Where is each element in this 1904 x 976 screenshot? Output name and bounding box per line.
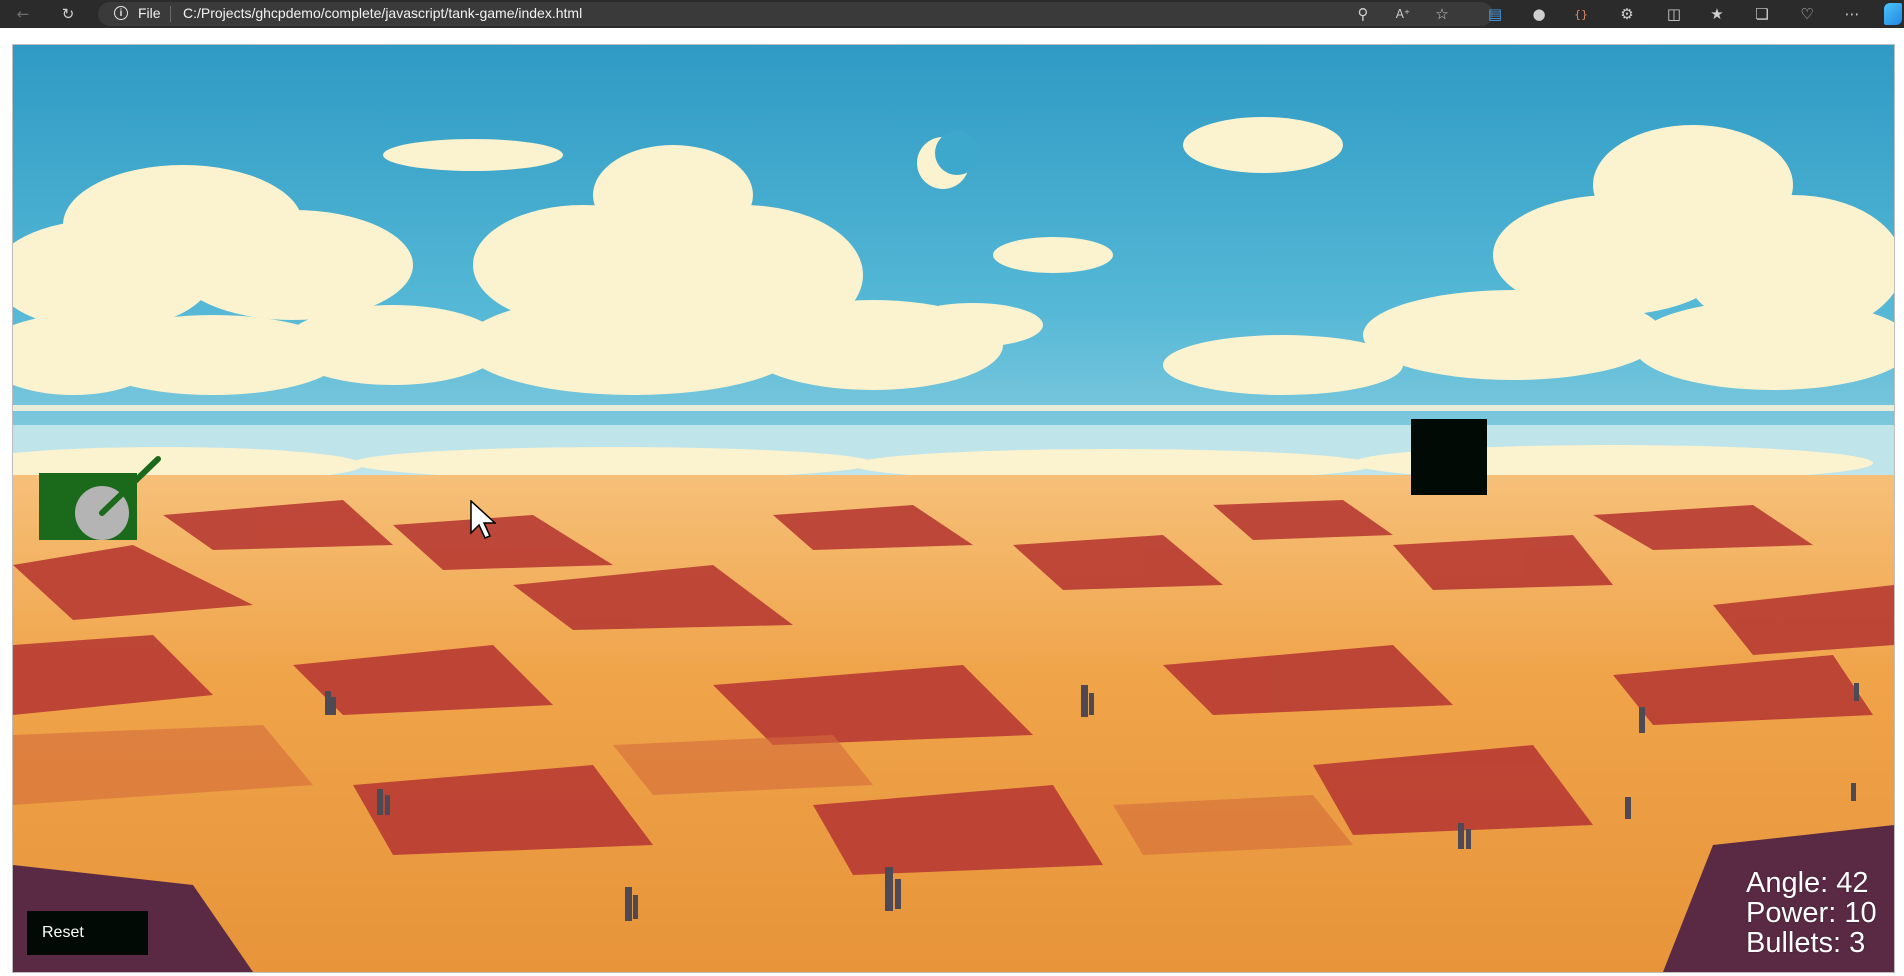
favorites-icon[interactable]: ★	[1707, 4, 1727, 24]
read-aloud-icon[interactable]: A⁺	[1393, 4, 1413, 24]
desert-background	[13, 45, 1894, 972]
game-canvas[interactable]: Reset Angle: 42 Power: 10 Bullets: 3	[12, 44, 1895, 973]
scheme-label: File	[138, 5, 161, 21]
collections-icon[interactable]: ❏	[1752, 4, 1772, 24]
mouse-cursor-icon	[470, 500, 496, 539]
extension-brackets-icon[interactable]: {}	[1571, 4, 1591, 24]
url-text[interactable]: C:/Projects/ghcpdemo/complete/javascript…	[183, 5, 582, 21]
reset-button[interactable]: Reset	[27, 911, 148, 955]
reload-icon[interactable]: ↻	[58, 4, 78, 24]
tank-barrel	[99, 456, 161, 516]
angle-readout: Angle: 42	[1746, 867, 1869, 899]
puzzle-icon[interactable]: ⚙	[1617, 4, 1637, 24]
favorite-star-icon[interactable]: ☆	[1432, 4, 1452, 24]
page-content: Reset Angle: 42 Power: 10 Bullets: 3	[0, 28, 1904, 976]
profile-icon[interactable]: ●	[1529, 4, 1549, 24]
extension-icon[interactable]: ▤	[1485, 4, 1505, 24]
info-icon[interactable]: i	[114, 6, 128, 20]
copilot-icon[interactable]	[1884, 3, 1902, 25]
power-readout: Power: 10	[1746, 897, 1877, 929]
address-separator	[170, 6, 171, 22]
browser-toolbar: ← ↻ i File C:/Projects/ghcpdemo/complete…	[0, 0, 1904, 28]
bullets-readout: Bullets: 3	[1746, 927, 1866, 959]
heart-icon[interactable]: ♡	[1797, 4, 1817, 24]
back-arrow-icon[interactable]: ←	[13, 4, 33, 24]
more-icon[interactable]: ⋯	[1842, 4, 1862, 24]
hud-stats: Angle: 42 Power: 10 Bullets: 3	[1746, 868, 1877, 958]
split-screen-icon[interactable]: ◫	[1664, 4, 1684, 24]
zoom-icon[interactable]: ⚲	[1353, 4, 1373, 24]
enemy-target	[1411, 419, 1487, 495]
